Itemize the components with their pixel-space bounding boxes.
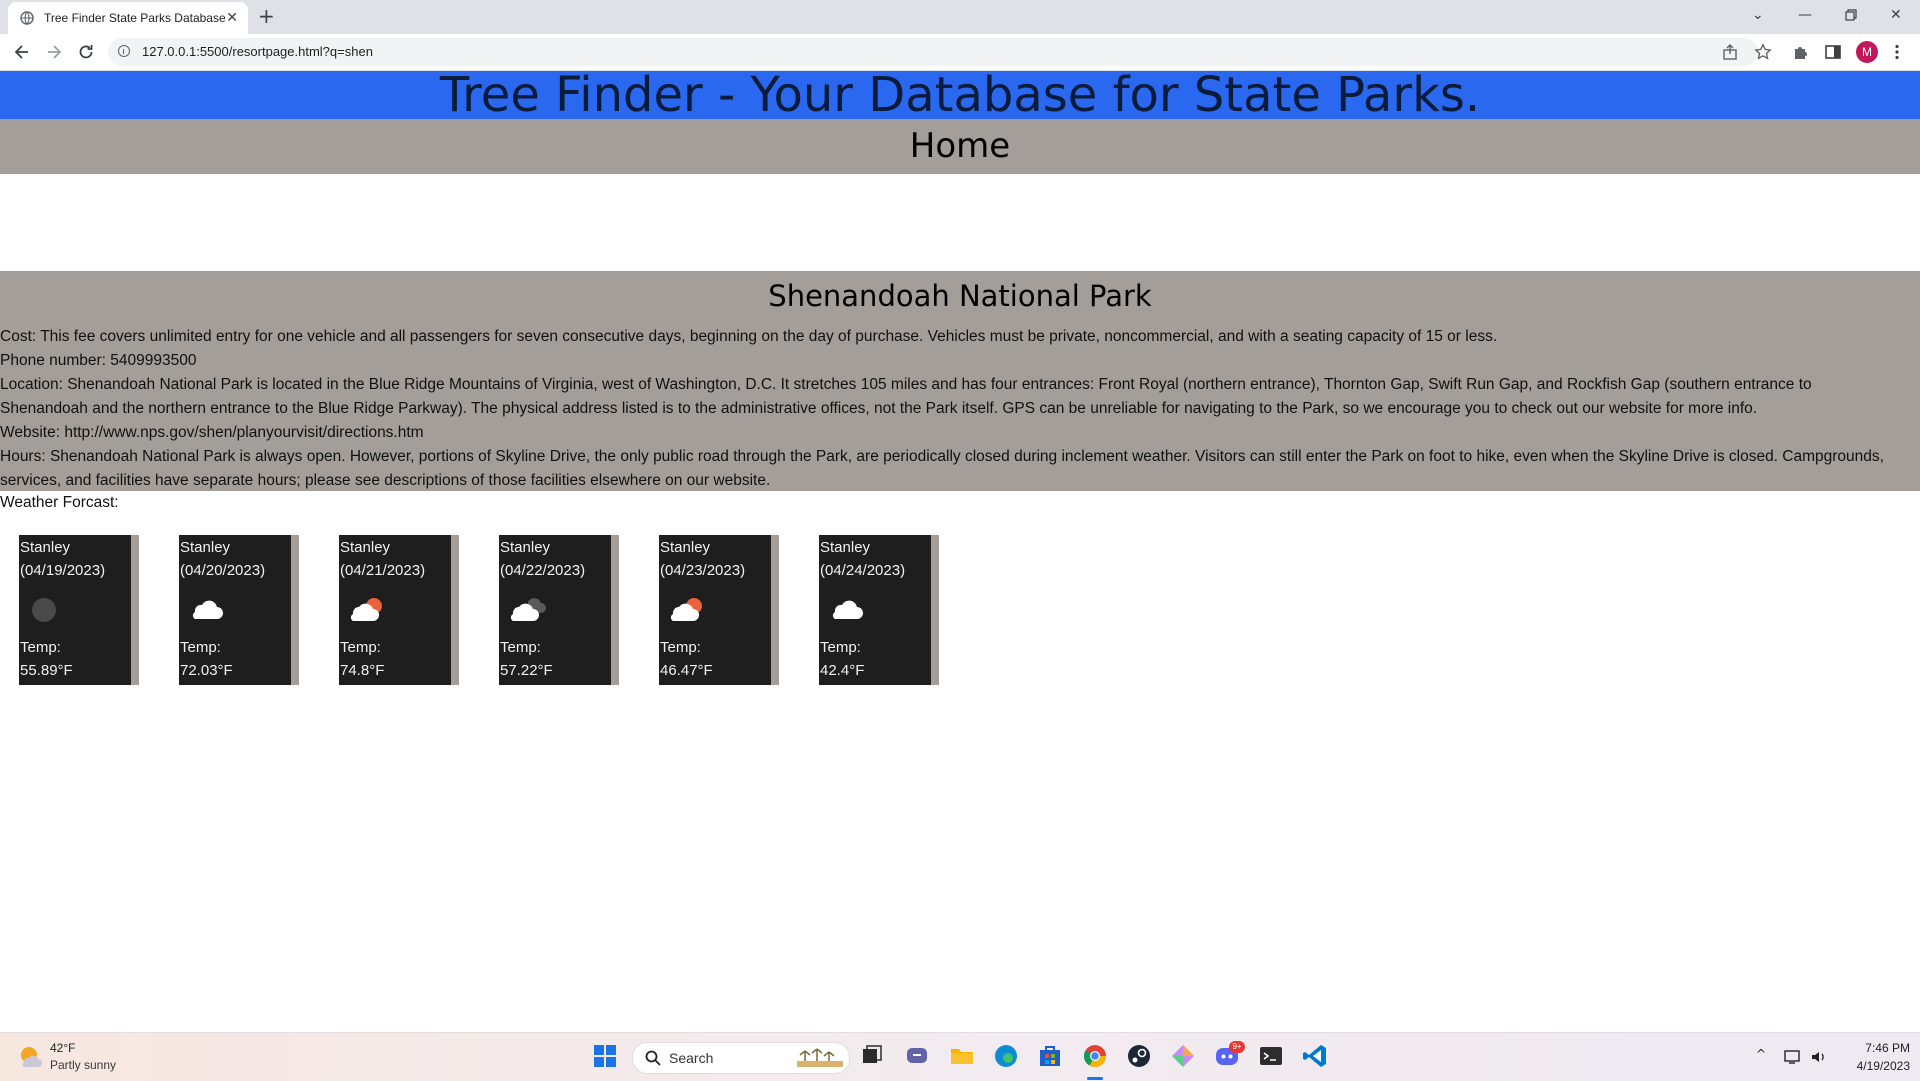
- forecast-card: Stanley (04/21/2023) Temp: 74.8°F: [339, 535, 459, 685]
- forecast-city: Stanley: [820, 539, 871, 556]
- search-label: Search: [669, 1050, 714, 1066]
- forecast-date: (04/21/2023): [340, 562, 426, 579]
- edge-browser-icon[interactable]: [993, 1043, 1019, 1069]
- tab-title: Tree Finder State Parks Database: [44, 11, 226, 25]
- close-window-icon[interactable]: ✕: [1890, 6, 1902, 24]
- share-icon[interactable]: [1722, 43, 1740, 61]
- site-info-icon[interactable]: [118, 45, 130, 57]
- site-banner: Tree Finder - Your Database for State Pa…: [0, 71, 1920, 119]
- show-hidden-icons-icon[interactable]: ^: [1756, 1047, 1766, 1061]
- browser-tab[interactable]: Tree Finder State Parks Database ✕: [8, 2, 248, 34]
- home-link[interactable]: Home: [910, 126, 1010, 166]
- profile-avatar[interactable]: M: [1856, 41, 1878, 63]
- taskbar-weather-desc: Partly sunny: [50, 1058, 117, 1072]
- park-cost: Cost: This fee covers unlimited entry fo…: [0, 328, 1498, 345]
- forecast-temp-label: Temp:: [20, 639, 61, 656]
- network-icon[interactable]: [1784, 1049, 1802, 1065]
- forecast-city: Stanley: [500, 539, 551, 556]
- forecast-temp-label: Temp:: [180, 639, 221, 656]
- forecast-card: Stanley (04/19/2023) Temp: 55.89°F: [19, 535, 139, 685]
- park-website: Website: http://www.nps.gov/shen/planyou…: [0, 424, 424, 441]
- park-name: Shenandoah National Park: [768, 279, 1152, 313]
- weather-partly-sunny-icon[interactable]: [18, 1045, 44, 1069]
- forecast-city: Stanley: [20, 539, 71, 556]
- reload-icon[interactable]: [76, 42, 96, 62]
- forecast-card: Stanley (04/20/2023) Temp: 72.03°F: [179, 535, 299, 685]
- task-view-icon[interactable]: [859, 1043, 885, 1069]
- partly-cloudy-icon: [350, 598, 382, 621]
- minimize-icon[interactable]: —: [1798, 6, 1812, 24]
- globe-icon: [20, 11, 34, 25]
- forecast-temp: 55.89°F: [20, 662, 73, 679]
- browser-tab-strip: Tree Finder State Parks Database ✕ + ⌄ —…: [0, 0, 1920, 34]
- forecast-city: Stanley: [340, 539, 391, 556]
- new-tab-icon[interactable]: +: [258, 5, 275, 27]
- restore-icon[interactable]: [1845, 9, 1857, 21]
- park-phone: Phone number: 5409993500: [0, 352, 197, 369]
- forecast-date: (04/22/2023): [500, 562, 586, 579]
- taskbar: 42°F Partly sunny Search 9+ ^ 7:46 PM 4/…: [0, 1032, 1920, 1081]
- forecast-temp: 72.03°F: [180, 662, 233, 679]
- forecast-temp: 57.22°F: [500, 662, 553, 679]
- forecast-temp: 46.47°F: [660, 662, 713, 679]
- web-page: Tree Finder - Your Database for State Pa…: [0, 71, 1920, 1032]
- close-tab-icon[interactable]: ✕: [226, 10, 238, 26]
- url-text: 127.0.0.1:5500/resortpage.html?q=shen: [142, 44, 373, 59]
- forecast-card: Stanley (04/24/2023) Temp: 42.4°F: [819, 535, 939, 685]
- side-panel-icon[interactable]: [1824, 43, 1842, 61]
- park-location: Location: Shenandoah National Park is lo…: [0, 376, 1812, 417]
- nav-bar: Home: [0, 119, 1920, 174]
- address-bar[interactable]: 127.0.0.1:5500/resortpage.html?q=shen: [108, 38, 1758, 66]
- back-arrow-icon[interactable]: [12, 42, 32, 62]
- forecast-temp: 74.8°F: [340, 662, 385, 679]
- cloudy-icon: [510, 598, 546, 621]
- forecast-temp-label: Temp:: [340, 639, 381, 656]
- forecast-date: (04/20/2023): [180, 562, 266, 579]
- chrome-browser-icon[interactable]: [1082, 1043, 1108, 1069]
- site-title: Tree Finder - Your Database for State Pa…: [439, 67, 1481, 123]
- bookmark-star-icon[interactable]: [1754, 43, 1772, 61]
- vscode-icon[interactable]: [1302, 1043, 1328, 1069]
- night-clear-icon: [32, 598, 56, 622]
- forecast-date: (04/24/2023): [820, 562, 906, 579]
- browser-toolbar: 127.0.0.1:5500/resortpage.html?q=shen M: [0, 34, 1920, 71]
- search-highlight-icon: [797, 1048, 843, 1067]
- park-details: Cost: This fee covers unlimited entry fo…: [0, 325, 1900, 493]
- volume-icon[interactable]: [1810, 1049, 1828, 1065]
- forecast-card: Stanley (04/23/2023) Temp: 46.47°F: [659, 535, 779, 685]
- forecast-city: Stanley: [660, 539, 711, 556]
- forecast-label: Weather Forcast:: [0, 494, 119, 511]
- extensions-puzzle-icon[interactable]: [1792, 43, 1810, 61]
- forecast-temp-label: Temp:: [660, 639, 701, 656]
- menu-dots-icon[interactable]: [1888, 43, 1906, 61]
- colorful-app-icon[interactable]: [1170, 1043, 1196, 1069]
- forecast-temp-label: Temp:: [820, 639, 861, 656]
- park-info-section: Shenandoah National Park Cost: This fee …: [0, 271, 1920, 491]
- search-icon: [645, 1050, 661, 1066]
- forward-arrow-icon[interactable]: [44, 42, 64, 62]
- clock-time[interactable]: 7:46 PM: [1840, 1041, 1910, 1055]
- cloud-icon: [192, 600, 223, 619]
- forecast-temp: 42.4°F: [820, 662, 865, 679]
- partly-cloudy-icon: [670, 598, 702, 621]
- steam-icon[interactable]: [1126, 1043, 1152, 1069]
- teams-chat-icon[interactable]: [904, 1043, 930, 1069]
- clock-date[interactable]: 4/19/2023: [1840, 1059, 1910, 1073]
- terminal-icon[interactable]: [1258, 1043, 1284, 1069]
- forecast-city: Stanley: [180, 539, 231, 556]
- file-explorer-icon[interactable]: [949, 1043, 975, 1069]
- windows-start-icon[interactable]: [592, 1043, 618, 1069]
- microsoft-store-icon[interactable]: [1037, 1043, 1063, 1069]
- forecast-date: (04/19/2023): [20, 562, 106, 579]
- tab-search-icon[interactable]: ⌄: [1752, 6, 1764, 24]
- cloud-icon: [832, 600, 863, 619]
- park-hours: Hours: Shenandoah National Park is alway…: [0, 448, 1884, 489]
- forecast-date: (04/23/2023): [660, 562, 746, 579]
- notification-badge: 9+: [1229, 1041, 1245, 1053]
- taskbar-search[interactable]: Search: [632, 1042, 850, 1074]
- taskbar-weather-temp: 42°F: [50, 1041, 76, 1055]
- forecast-temp-label: Temp:: [500, 639, 541, 656]
- forecast-card: Stanley (04/22/2023) Temp: 57.22°F: [499, 535, 619, 685]
